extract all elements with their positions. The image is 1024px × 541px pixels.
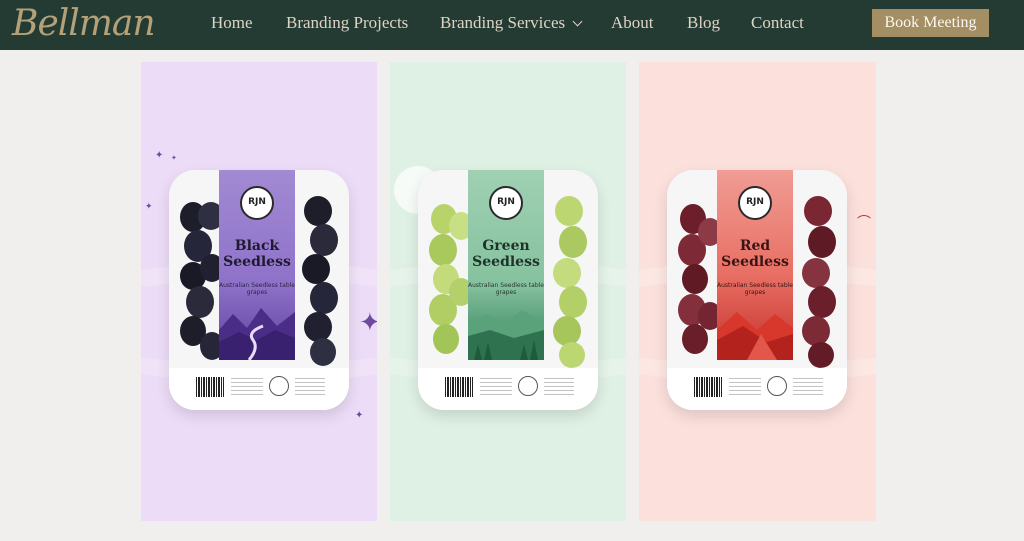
package-fineprint [544, 378, 574, 396]
product-label: RJN Red Seedless Australian Seedless tab… [717, 170, 793, 360]
package-fineprint [793, 378, 823, 396]
sparkle-icon: ✦ [155, 150, 164, 161]
product-name: Red Seedless [721, 238, 789, 270]
package-fineprint [480, 378, 512, 396]
site-header: Bellman Home Branding Projects Branding … [0, 0, 1024, 50]
brand-badge: RJN [240, 186, 274, 220]
product-name: Black Seedless [223, 238, 291, 270]
brand-badge: RJN [489, 186, 523, 220]
barcode [694, 377, 722, 397]
book-meeting-button[interactable]: Book Meeting [872, 9, 989, 37]
brand-name: RJN [746, 197, 764, 207]
nav-branding-services[interactable]: Branding Services [440, 0, 583, 45]
product-subtitle: Australian Seedless table grapes [219, 282, 295, 296]
nav-about[interactable]: About [611, 0, 654, 45]
nav-contact[interactable]: Contact [751, 0, 804, 45]
brand-name: RJN [248, 197, 266, 207]
mountain-illustration [219, 308, 295, 360]
nav-branding-projects[interactable]: Branding Projects [286, 0, 408, 45]
australia-seal-icon [518, 376, 538, 396]
product-label: RJN Black Seedless Australian Seedless t… [219, 170, 295, 360]
product-panel-red: ⌒ RJN Red Seedless Australian Seedless t… [639, 62, 876, 521]
product-panel-green: RJN Green Seedless Australian Seedless t… [390, 62, 626, 521]
australia-seal-icon [269, 376, 289, 396]
brand-badge: RJN [738, 186, 772, 220]
barcode [196, 377, 224, 397]
barcode [445, 377, 473, 397]
grape-package: RJN Green Seedless Australian Seedless t… [418, 170, 598, 410]
sparkle-icon: ✦ [359, 308, 377, 338]
sparkle-icon: ✦ [171, 154, 177, 162]
desert-illustration [717, 312, 793, 360]
package-fineprint [729, 378, 761, 396]
package-base [667, 368, 847, 410]
sparkle-icon: ✦ [355, 410, 364, 421]
bird-icon: ⌒ [857, 215, 871, 231]
grape-package: RJN Red Seedless Australian Seedless tab… [667, 170, 847, 410]
product-panel-black: ✦ ✦ ✦ ✦ ✦ RJN Black Seedless Australian … [141, 62, 377, 521]
package-fineprint [295, 378, 325, 396]
australia-seal-icon [767, 376, 787, 396]
chevron-down-icon [572, 16, 583, 27]
product-label: RJN Green Seedless Australian Seedless t… [468, 170, 544, 360]
product-subtitle: Australian Seedless table grapes [468, 282, 544, 296]
nav-branding-services-label: Branding Services [440, 13, 566, 32]
brand-name: RJN [497, 197, 515, 207]
nav-home[interactable]: Home [211, 0, 253, 45]
product-subtitle: Australian Seedless table grapes [717, 282, 793, 296]
sparkle-icon: ✦ [145, 202, 153, 212]
product-name: Green Seedless [472, 238, 540, 270]
forest-illustration [468, 310, 544, 360]
package-base [418, 368, 598, 410]
package-fineprint [231, 378, 263, 396]
site-logo[interactable]: Bellman [12, 1, 156, 47]
nav-blog[interactable]: Blog [687, 0, 720, 45]
grape-package: RJN Black Seedless Australian Seedless t… [169, 170, 349, 410]
package-base [169, 368, 349, 410]
